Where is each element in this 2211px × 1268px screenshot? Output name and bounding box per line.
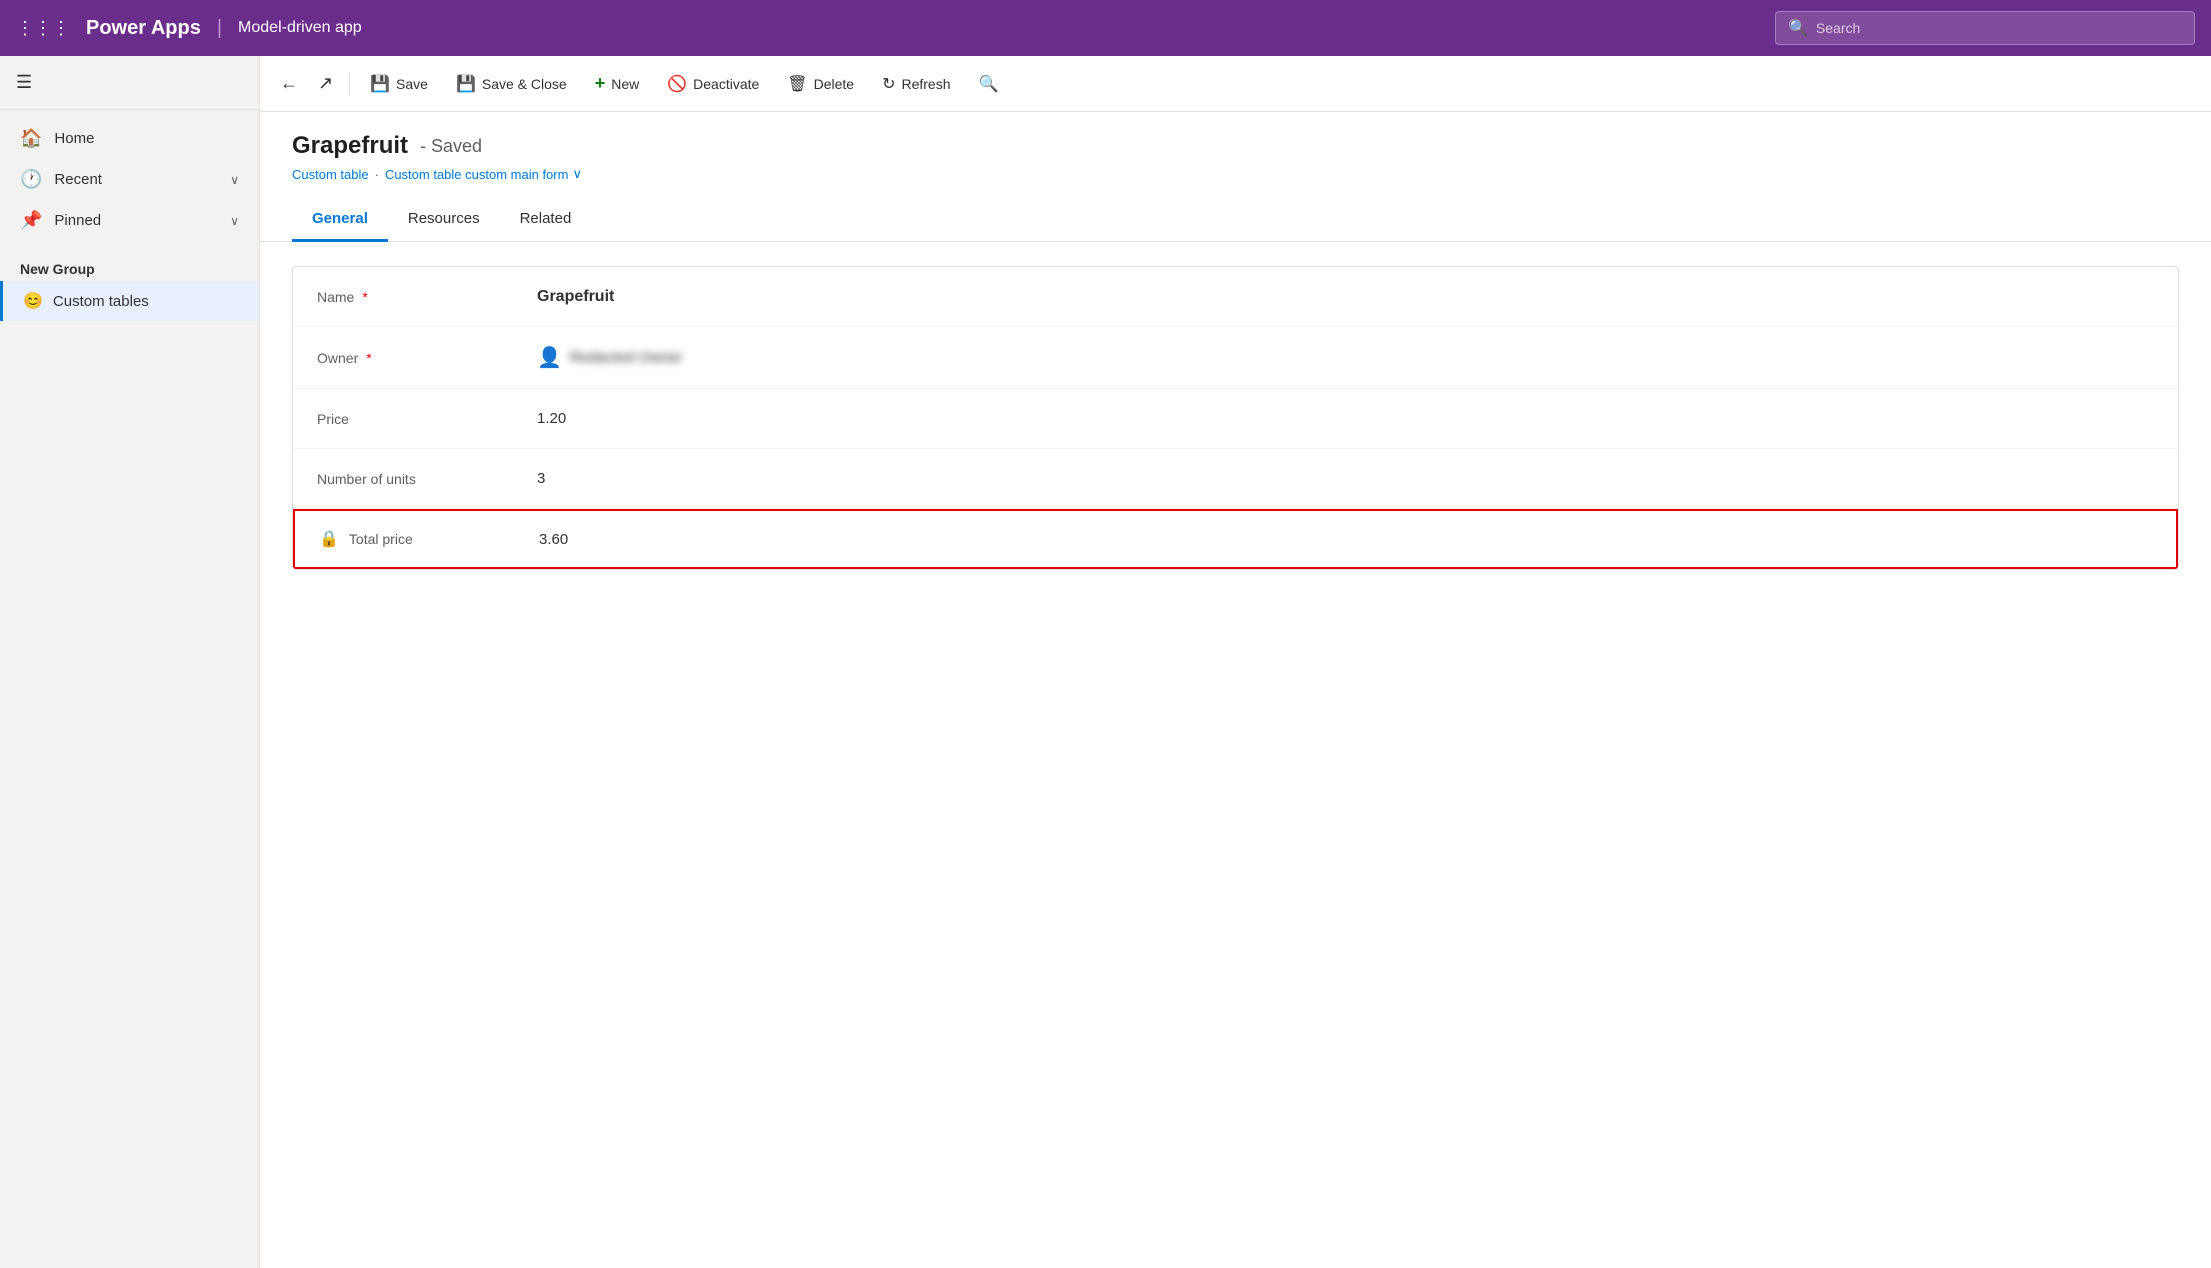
search-input[interactable]: [1816, 20, 2182, 36]
breadcrumb-chevron: ∨: [572, 166, 582, 182]
new-label: New: [611, 76, 639, 92]
save-icon: 💾: [370, 74, 390, 94]
breadcrumb-table[interactable]: Custom table: [292, 167, 369, 182]
save-close-icon: 💾: [456, 74, 476, 94]
refresh-button[interactable]: ↻ Refresh: [870, 68, 962, 100]
top-header: ⋮⋮⋮ Power Apps | Model-driven app 🔍: [0, 0, 2211, 56]
sidebar-home-label: Home: [54, 130, 94, 147]
save-close-label: Save & Close: [482, 76, 567, 92]
back-button[interactable]: ←: [272, 67, 306, 100]
save-close-button[interactable]: 💾 Save & Close: [444, 68, 579, 100]
search-button[interactable]: 🔍: [967, 68, 1011, 100]
field-row-name: Name * Grapefruit: [293, 267, 2178, 327]
owner-person-icon: 👤: [537, 345, 562, 370]
delete-label: Delete: [814, 76, 854, 92]
owner-container: 👤 Redacted Owner: [537, 345, 2154, 370]
hamburger-button[interactable]: ☰: [16, 72, 32, 93]
sidebar-item-pinned[interactable]: 📌 Pinned ∨: [0, 200, 259, 241]
sidebar-pinned-label: Pinned: [54, 212, 101, 229]
sidebar-item-custom-tables[interactable]: 😊 Custom tables: [0, 281, 259, 321]
delete-button[interactable]: 🗑 Delete: [775, 68, 866, 100]
sidebar-top: ☰: [0, 56, 259, 110]
pinned-chevron: ∨: [230, 214, 239, 228]
refresh-icon: ↻: [882, 74, 895, 94]
field-row-price: Price 1.20: [293, 389, 2178, 449]
field-row-units: Number of units 3: [293, 449, 2178, 509]
total-price-label-text: Total price: [349, 531, 413, 547]
home-icon: 🏠: [20, 128, 42, 149]
toolbar-sep-1: [349, 72, 350, 96]
app-type: Model-driven app: [238, 19, 1775, 37]
total-price-label-container: 🔒 Total price: [319, 529, 413, 549]
name-label-text: Name: [317, 289, 354, 305]
field-label-name: Name *: [317, 289, 537, 305]
breadcrumb-form[interactable]: Custom table custom main form ∨: [385, 166, 582, 182]
external-link-icon: ↗: [318, 73, 333, 93]
field-value-owner[interactable]: 👤 Redacted Owner: [537, 345, 2154, 370]
search-icon: 🔍: [1788, 18, 1808, 38]
toolbar-search-icon: 🔍: [979, 74, 999, 94]
breadcrumb-separator: ·: [375, 167, 379, 182]
field-label-price: Price: [317, 411, 537, 427]
delete-icon: 🗑: [787, 74, 807, 94]
field-label-units: Number of units: [317, 471, 537, 487]
custom-tables-emoji: 😊: [23, 291, 43, 311]
recent-icon: 🕐: [20, 169, 42, 190]
owner-required-indicator: *: [366, 350, 371, 366]
field-label-owner: Owner *: [317, 350, 537, 366]
field-value-name[interactable]: Grapefruit: [537, 288, 2154, 306]
form-tabs: General Resources Related: [260, 198, 2211, 242]
grid-icon[interactable]: ⋮⋮⋮: [16, 18, 70, 39]
sidebar-nav: 🏠 Home 🕐 Recent ∨ 📌 Pinned ∨: [0, 110, 259, 249]
content-area: ← ↗ 💾 Save 💾 Save & Close + New 🚫 Deacti…: [260, 56, 2211, 1268]
form-status: - Saved: [420, 136, 482, 157]
price-label-text: Price: [317, 411, 349, 427]
form-content: Name * Grapefruit Owner * 👤 Redacted Own: [260, 242, 2211, 1268]
tab-resources[interactable]: Resources: [388, 198, 500, 242]
breadcrumb: Custom table · Custom table custom main …: [292, 166, 2179, 182]
name-required-indicator: *: [362, 289, 367, 305]
header-divider: |: [217, 17, 222, 40]
field-value-total-price[interactable]: 3.60: [539, 531, 2152, 548]
recent-chevron: ∨: [230, 173, 239, 187]
search-bar[interactable]: 🔍: [1775, 11, 2195, 45]
tab-general[interactable]: General: [292, 198, 388, 242]
deactivate-icon: 🚫: [667, 74, 687, 94]
main-layout: ☰ 🏠 Home 🕐 Recent ∨ 📌 Pinned ∨ New Group…: [0, 56, 2211, 1268]
form-title: Grapefruit: [292, 132, 408, 160]
tab-related[interactable]: Related: [500, 198, 592, 242]
owner-label-text: Owner: [317, 350, 358, 366]
owner-name-text: Redacted Owner: [570, 349, 683, 366]
form-title-row: Grapefruit - Saved: [292, 132, 2179, 160]
form-header: Grapefruit - Saved Custom table · Custom…: [260, 112, 2211, 198]
toolbar: ← ↗ 💾 Save 💾 Save & Close + New 🚫 Deacti…: [260, 56, 2211, 112]
new-icon: +: [595, 73, 606, 94]
sidebar-group-label: New Group: [0, 249, 259, 281]
sidebar: ☰ 🏠 Home 🕐 Recent ∨ 📌 Pinned ∨ New Group…: [0, 56, 260, 1268]
deactivate-button[interactable]: 🚫 Deactivate: [655, 68, 771, 100]
save-button[interactable]: 💾 Save: [358, 68, 440, 100]
deactivate-label: Deactivate: [693, 76, 759, 92]
sidebar-item-recent[interactable]: 🕐 Recent ∨: [0, 159, 259, 200]
breadcrumb-form-label: Custom table custom main form: [385, 167, 569, 182]
new-button[interactable]: + New: [583, 67, 652, 100]
field-label-total-price: 🔒 Total price: [319, 529, 539, 549]
sidebar-recent-label: Recent: [54, 171, 102, 188]
lock-icon: 🔒: [319, 529, 339, 549]
units-label-text: Number of units: [317, 471, 416, 487]
pinned-icon: 📌: [20, 210, 42, 231]
external-link-button[interactable]: ↗: [310, 67, 341, 100]
field-row-owner: Owner * 👤 Redacted Owner: [293, 327, 2178, 389]
save-label: Save: [396, 76, 428, 92]
app-name: Power Apps: [86, 17, 201, 40]
field-row-total-price: 🔒 Total price 3.60: [293, 509, 2178, 569]
sidebar-custom-tables-label: Custom tables: [53, 293, 149, 310]
sidebar-item-home[interactable]: 🏠 Home: [0, 118, 259, 159]
field-value-price[interactable]: 1.20: [537, 410, 2154, 427]
refresh-label: Refresh: [901, 76, 950, 92]
field-value-units[interactable]: 3: [537, 470, 2154, 487]
form-section: Name * Grapefruit Owner * 👤 Redacted Own: [292, 266, 2179, 570]
